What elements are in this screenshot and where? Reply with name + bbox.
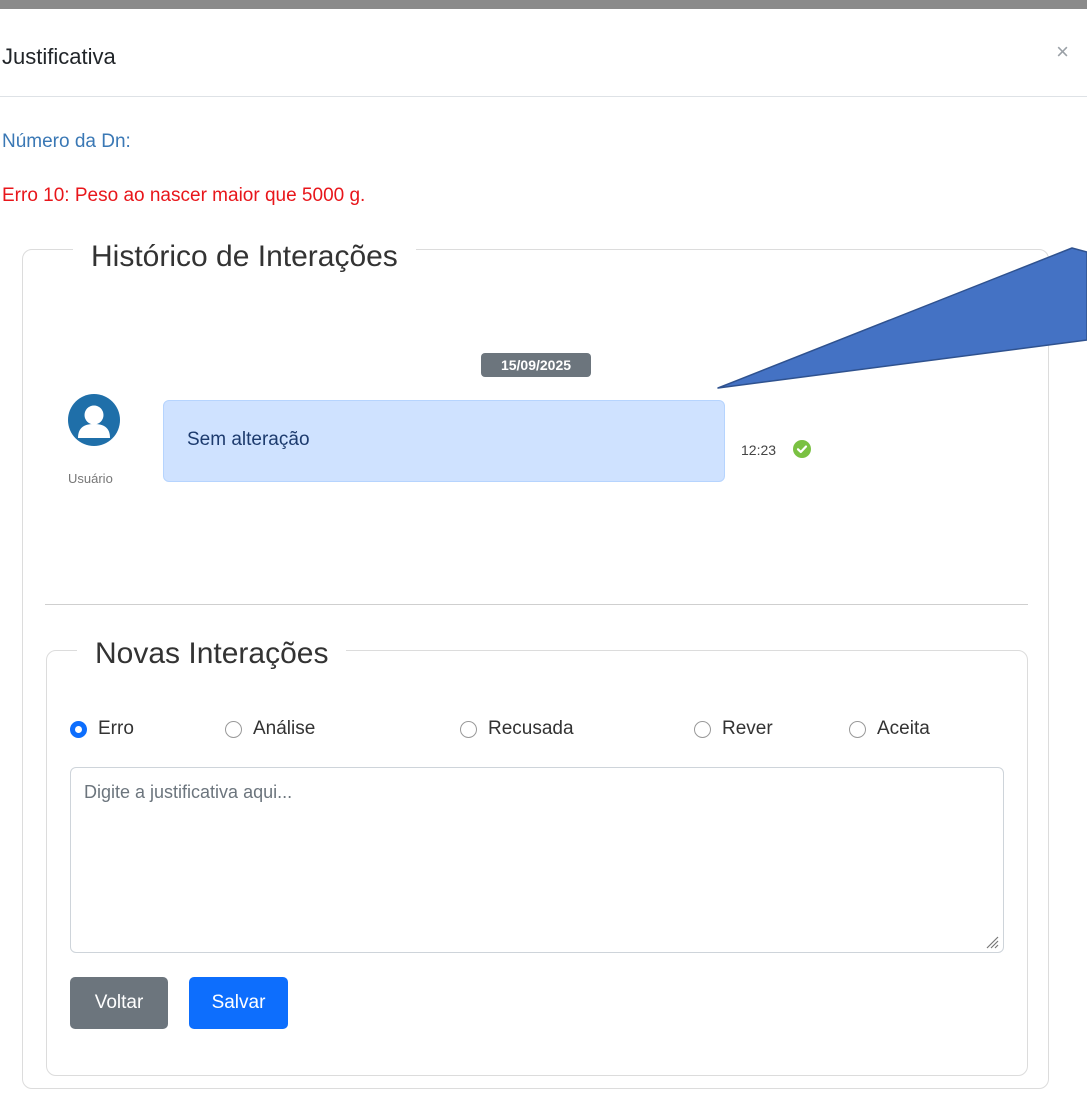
dn-number-label: Número da Dn: xyxy=(2,131,131,152)
history-fieldset: Histórico de Interações 15/09/2025 Usuár… xyxy=(22,240,1049,1089)
message-text: Sem alteração xyxy=(187,429,310,450)
history-legend: Histórico de Interações xyxy=(73,240,416,274)
error-message: Erro 10: Peso ao nascer maior que 5000 g… xyxy=(2,185,366,206)
radio-label: Análise xyxy=(253,718,316,739)
radio-erro[interactable]: Erro xyxy=(70,718,134,740)
radio-unchecked-icon[interactable] xyxy=(225,720,242,738)
radio-unchecked-icon[interactable] xyxy=(694,720,711,738)
radio-unchecked-icon[interactable] xyxy=(460,720,477,738)
radio-rever[interactable]: Rever xyxy=(694,718,773,740)
resize-grip-icon[interactable] xyxy=(983,933,999,949)
justification-modal: Justificativa × Número da Dn: Erro 10: P… xyxy=(0,9,1087,1094)
section-divider xyxy=(45,604,1028,605)
new-interactions-legend: Novas Interações xyxy=(77,637,347,671)
radio-label: Erro xyxy=(98,718,134,739)
window-top-bar xyxy=(0,0,1087,9)
radio-label: Rever xyxy=(722,718,773,739)
user-avatar-icon xyxy=(68,394,120,446)
radio-analise[interactable]: Análise xyxy=(225,718,315,740)
check-circle-icon xyxy=(793,440,811,458)
message-time: 12:23 xyxy=(741,442,777,458)
modal-header: Justificativa × xyxy=(0,9,1087,97)
radio-label: Recusada xyxy=(488,718,574,739)
radio-aceita[interactable]: Aceita xyxy=(849,718,930,740)
save-button[interactable]: Salvar xyxy=(189,977,288,1029)
radio-label: Aceita xyxy=(877,718,930,739)
radio-recusada[interactable]: Recusada xyxy=(460,718,574,740)
new-interactions-fieldset: Novas Interações Erro Análise Recusada R… xyxy=(46,637,1028,1076)
justification-textarea[interactable] xyxy=(70,767,1004,953)
modal-title: Justificativa xyxy=(2,44,116,69)
close-icon[interactable]: × xyxy=(1056,41,1069,63)
radio-unchecked-icon[interactable] xyxy=(849,720,866,738)
radio-checked-icon[interactable] xyxy=(70,720,87,738)
avatar-label: Usuário xyxy=(68,471,113,486)
date-badge: 15/09/2025 xyxy=(481,353,591,377)
message-bubble: Sem alteração xyxy=(163,400,725,482)
back-button[interactable]: Voltar xyxy=(70,977,168,1029)
